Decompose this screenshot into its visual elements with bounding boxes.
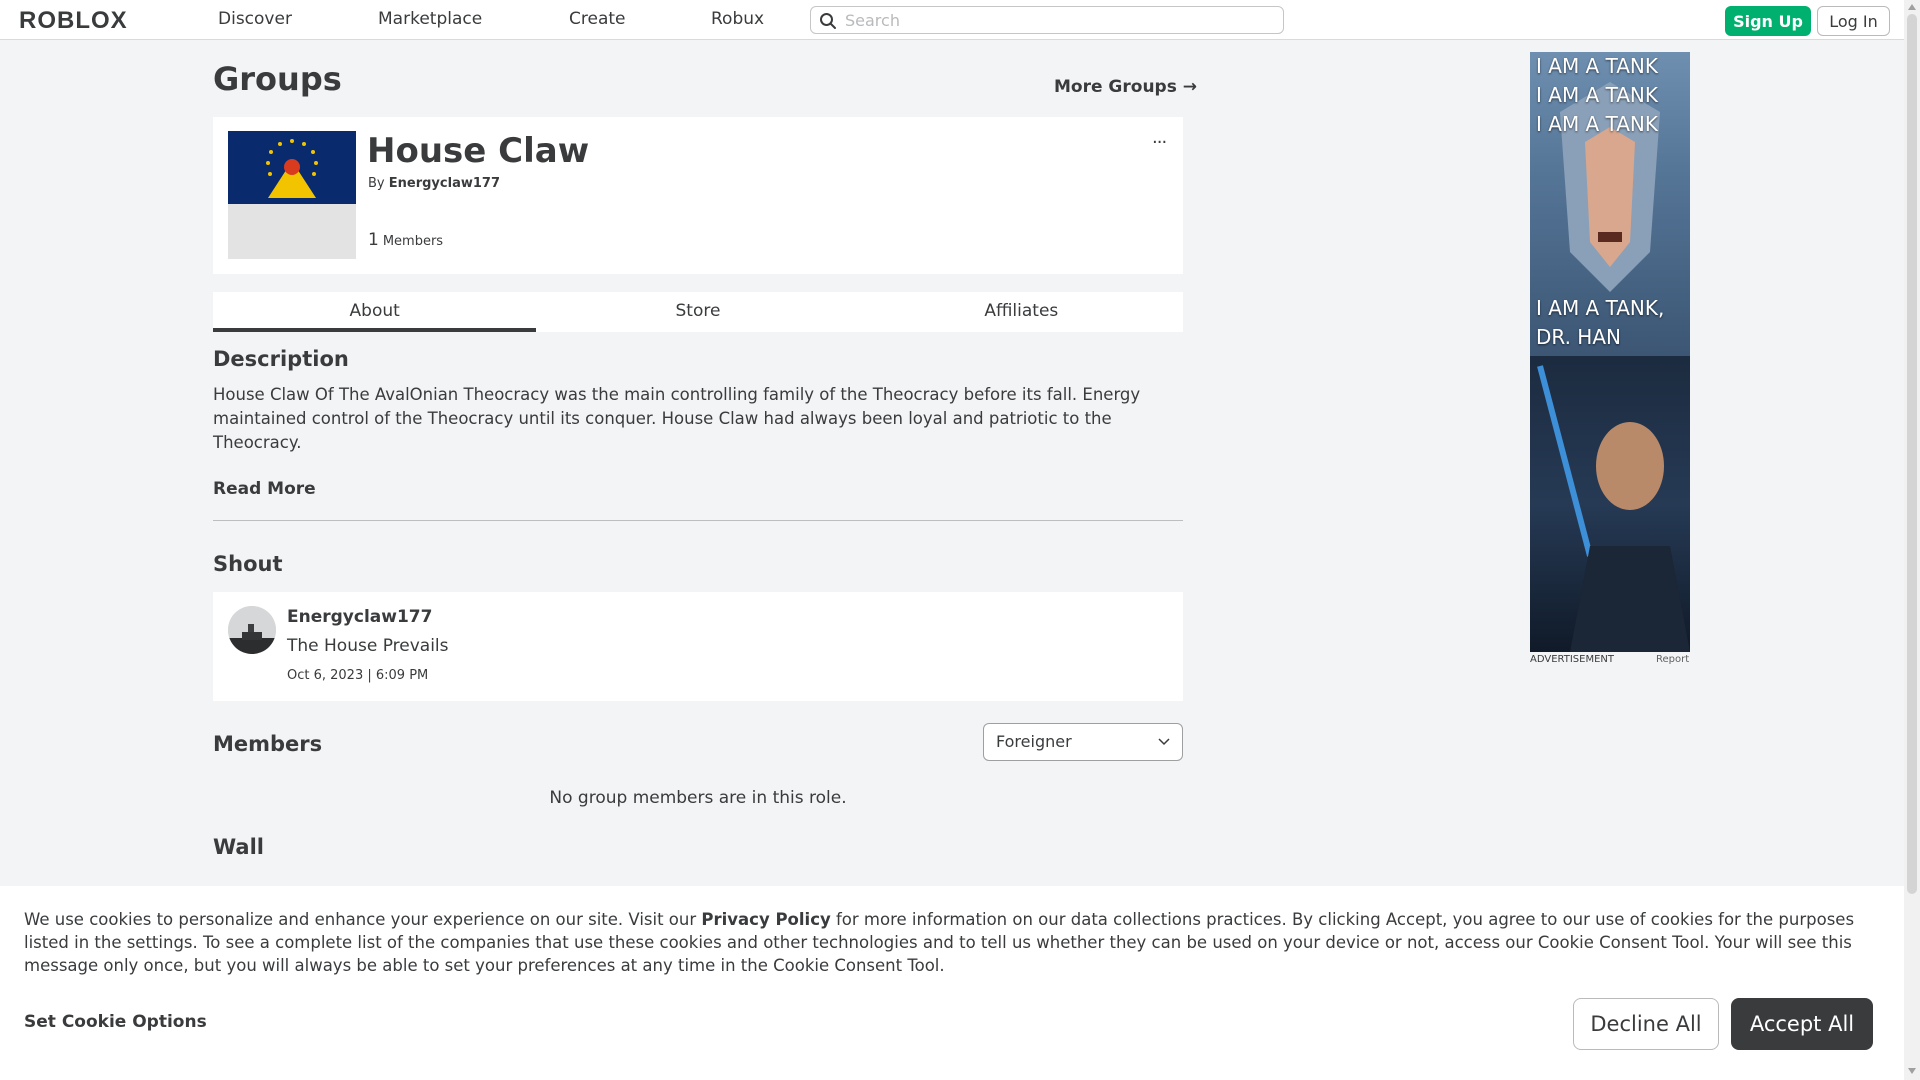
shout-timestamp: Oct 6, 2023 | 6:09 PM bbox=[287, 668, 429, 683]
ad-hero-icon bbox=[1537, 365, 1690, 652]
member-count-number: 1 bbox=[368, 230, 379, 250]
flag-emblem-icon bbox=[228, 131, 356, 204]
sign-up-button[interactable]: Sign Up bbox=[1725, 6, 1811, 36]
search-icon bbox=[820, 13, 836, 29]
set-cookie-options-link[interactable]: Set Cookie Options bbox=[24, 1012, 207, 1032]
cookie-consent-banner: We use cookies to personalize and enhanc… bbox=[0, 886, 1904, 1080]
roblox-logo[interactable]: ROBLOX bbox=[19, 7, 128, 35]
ad-text-line: DR. HAN bbox=[1536, 325, 1621, 349]
nav-discover[interactable]: Discover bbox=[218, 9, 292, 29]
ad-text-line: I AM A TANK bbox=[1536, 54, 1659, 78]
ad-text-line: I AM A TANK bbox=[1536, 83, 1659, 107]
tab-about[interactable]: About bbox=[213, 292, 537, 332]
page-title: Groups bbox=[213, 60, 342, 98]
group-owner-line: By Energyclaw177 bbox=[368, 176, 500, 191]
description-heading: Description bbox=[213, 347, 349, 371]
nav-robux[interactable]: Robux bbox=[711, 9, 764, 29]
role-dropdown[interactable]: Foreigner bbox=[983, 723, 1183, 761]
group-member-count: 1 Members bbox=[368, 230, 443, 250]
shout-card: Energyclaw177 The House Prevails Oct 6, … bbox=[213, 592, 1183, 701]
read-more-link[interactable]: Read More bbox=[213, 479, 316, 499]
wall-heading: Wall bbox=[213, 835, 264, 859]
ad-text-line: I AM A TANK, bbox=[1536, 296, 1665, 320]
members-heading: Members bbox=[213, 732, 323, 756]
avatar[interactable] bbox=[228, 606, 276, 654]
shout-username[interactable]: Energyclaw177 bbox=[287, 607, 432, 627]
section-divider bbox=[213, 520, 1183, 521]
shout-message: The House Prevails bbox=[287, 636, 449, 656]
ad-image-bottom bbox=[1530, 356, 1690, 652]
group-emblem bbox=[228, 131, 356, 259]
nav-marketplace[interactable]: Marketplace bbox=[378, 9, 482, 29]
cookie-message: We use cookies to personalize and enhanc… bbox=[24, 908, 1884, 977]
shout-heading: Shout bbox=[213, 552, 283, 576]
decline-all-button[interactable]: Decline All bbox=[1573, 998, 1719, 1050]
scroll-up-icon[interactable] bbox=[1908, 4, 1916, 10]
accept-all-button[interactable]: Accept All bbox=[1731, 998, 1873, 1050]
nav-create[interactable]: Create bbox=[569, 9, 626, 29]
group-flag-image bbox=[228, 131, 356, 204]
user-avatar-icon bbox=[228, 606, 276, 654]
group-owner-link[interactable]: Energyclaw177 bbox=[389, 176, 500, 191]
scroll-down-icon[interactable] bbox=[1908, 1068, 1916, 1074]
chevron-down-icon bbox=[1158, 738, 1170, 746]
search-box bbox=[810, 6, 1284, 34]
ad-text-line: I AM A TANK bbox=[1536, 112, 1659, 136]
advertisement-banner[interactable]: I AM A TANK I AM A TANK I AM A TANK I AM… bbox=[1530, 52, 1690, 652]
advertisement-label: ADVERTISEMENT bbox=[1530, 654, 1615, 665]
member-count-label: Members bbox=[382, 234, 444, 249]
report-ad-link[interactable]: Report bbox=[1656, 654, 1689, 665]
tab-store[interactable]: Store bbox=[536, 292, 859, 332]
cookie-text-before: We use cookies to personalize and enhanc… bbox=[24, 910, 697, 929]
by-prefix: By bbox=[368, 176, 385, 191]
more-groups-link[interactable]: More Groups → bbox=[1054, 77, 1197, 97]
page-scrollbar[interactable] bbox=[1904, 0, 1920, 1080]
log-in-button[interactable]: Log In bbox=[1817, 6, 1890, 36]
privacy-policy-link[interactable]: Privacy Policy bbox=[701, 910, 830, 929]
role-dropdown-value: Foreigner bbox=[996, 732, 1072, 751]
no-members-message: No group members are in this role. bbox=[549, 788, 847, 808]
more-options-icon[interactable]: ... bbox=[1152, 127, 1167, 148]
search-input[interactable] bbox=[843, 9, 1273, 31]
tab-affiliates[interactable]: Affiliates bbox=[860, 292, 1183, 332]
group-description: House Claw Of The AvalOnian Theocracy wa… bbox=[213, 385, 1141, 452]
scrollbar-thumb[interactable] bbox=[1907, 14, 1917, 894]
top-navigation-bar: ROBLOX Discover Marketplace Create Robux… bbox=[0, 0, 1904, 40]
group-header-card: House Claw By Energyclaw177 1 Members ... bbox=[213, 117, 1183, 274]
group-name: House Claw bbox=[367, 131, 590, 171]
group-tabs: About Store Affiliates bbox=[213, 292, 1183, 332]
